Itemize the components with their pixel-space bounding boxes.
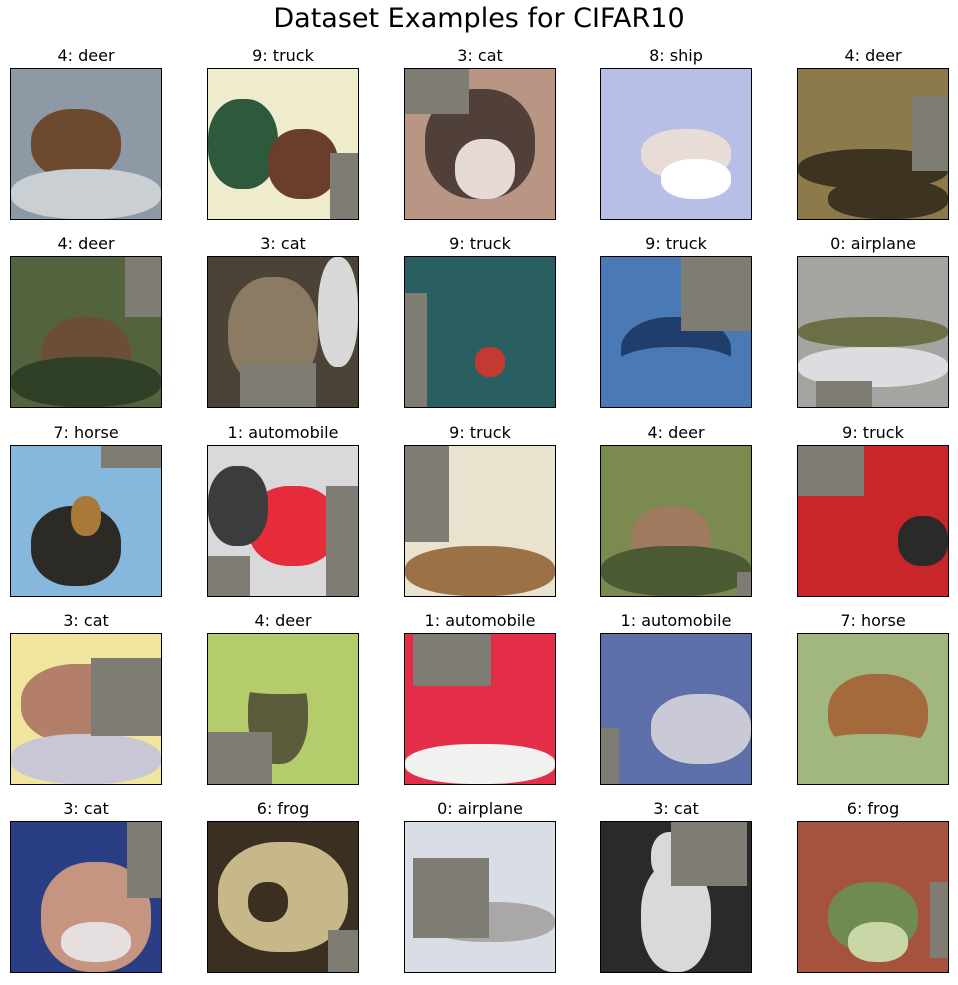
image-content-region: [898, 516, 948, 566]
image-content-region: [405, 546, 555, 596]
cutout-patch: [413, 634, 491, 686]
sample-label: 3: cat: [63, 799, 109, 818]
cutout-patch: [912, 96, 948, 171]
sample-label: 9: truck: [449, 234, 511, 253]
cutout-patch: [798, 446, 864, 496]
sample-image: [10, 68, 162, 220]
sample-label: 3: cat: [63, 611, 109, 630]
image-content-region: [208, 634, 358, 694]
sample-label: 7: horse: [53, 423, 119, 442]
image-content-region: [601, 546, 751, 596]
sample-image: [797, 68, 949, 220]
image-content-region: [798, 317, 948, 347]
sample-image: [207, 445, 359, 597]
cutout-patch: [737, 572, 751, 596]
sample-image: [404, 68, 556, 220]
image-content-region: [208, 99, 278, 189]
sample-label: 3: cat: [457, 46, 503, 65]
sample-image: [207, 821, 359, 973]
sample-label: 0: airplane: [437, 799, 523, 818]
sample-label: 9: truck: [252, 46, 314, 65]
sample-image: [207, 256, 359, 408]
image-content-region: [11, 169, 161, 219]
sample-label: 4: deer: [57, 46, 115, 65]
sample-image: [404, 821, 556, 973]
cutout-patch: [816, 381, 872, 407]
image-content-region: [611, 347, 741, 397]
image-content-region: [61, 922, 131, 962]
cutout-patch: [405, 446, 449, 542]
sample-image: [797, 633, 949, 785]
image-content-region: [661, 159, 731, 199]
cutout-patch: [681, 257, 751, 331]
sample-label: 1: automobile: [620, 611, 732, 630]
sample-label: 9: truck: [645, 234, 707, 253]
sample-label: 1: automobile: [424, 611, 536, 630]
sample-label: 7: horse: [840, 611, 906, 630]
sample-label: 4: deer: [254, 611, 312, 630]
cutout-patch: [328, 930, 358, 972]
sample-image: [404, 633, 556, 785]
sample-label: 3: cat: [260, 234, 306, 253]
image-content-region: [11, 734, 161, 784]
sample-image: [600, 445, 752, 597]
sample-image: [797, 256, 949, 408]
cutout-patch: [330, 153, 358, 219]
cutout-patch: [405, 69, 469, 114]
cutout-patch: [413, 858, 489, 938]
sample-image: [600, 68, 752, 220]
sample-image: [10, 821, 162, 973]
image-content-region: [828, 179, 948, 219]
sample-label: 8: ship: [649, 46, 703, 65]
cutout-patch: [240, 363, 316, 407]
figure-title: Dataset Examples for CIFAR10: [273, 3, 685, 34]
image-content-region: [268, 129, 338, 199]
sample-label: 3: cat: [653, 799, 699, 818]
sample-label: 9: truck: [842, 423, 904, 442]
sample-label: 0: airplane: [830, 234, 916, 253]
cutout-patch: [91, 658, 161, 736]
sample-label: 4: deer: [647, 423, 705, 442]
image-content-region: [208, 466, 268, 546]
sample-label: 4: deer: [844, 46, 902, 65]
sample-image: [10, 445, 162, 597]
image-content-region: [798, 734, 948, 784]
sample-image: [404, 256, 556, 408]
sample-image: [404, 445, 556, 597]
cutout-patch: [671, 822, 747, 886]
cutout-patch: [930, 882, 948, 958]
sample-image: [10, 633, 162, 785]
sample-image: [600, 256, 752, 408]
sample-image: [797, 821, 949, 973]
sample-label: 9: truck: [449, 423, 511, 442]
cutout-patch: [208, 556, 250, 596]
sample-image: [797, 445, 949, 597]
image-content-region: [71, 496, 101, 536]
sample-label: 6: frog: [256, 799, 310, 818]
cutout-patch: [405, 293, 427, 407]
cutout-patch: [326, 486, 358, 596]
image-content-region: [405, 744, 555, 784]
sample-image: [207, 68, 359, 220]
image-content-region: [455, 139, 515, 199]
sample-image: [10, 256, 162, 408]
sample-image: [600, 633, 752, 785]
image-content-region: [475, 347, 505, 377]
cutout-patch: [125, 257, 161, 317]
cutout-patch: [101, 446, 161, 468]
sample-label: 1: automobile: [227, 423, 339, 442]
sample-label: 6: frog: [846, 799, 900, 818]
image-content-region: [11, 357, 161, 407]
cutout-patch: [127, 822, 161, 898]
sample-label: 4: deer: [57, 234, 115, 253]
image-content-region: [248, 882, 288, 922]
cutout-patch: [208, 732, 272, 784]
cutout-patch: [601, 728, 619, 784]
image-content-region: [425, 287, 535, 397]
image-content-region: [318, 257, 358, 367]
sample-image: [600, 821, 752, 973]
image-content-region: [671, 714, 731, 754]
sample-image: [207, 633, 359, 785]
image-content-region: [848, 922, 908, 962]
